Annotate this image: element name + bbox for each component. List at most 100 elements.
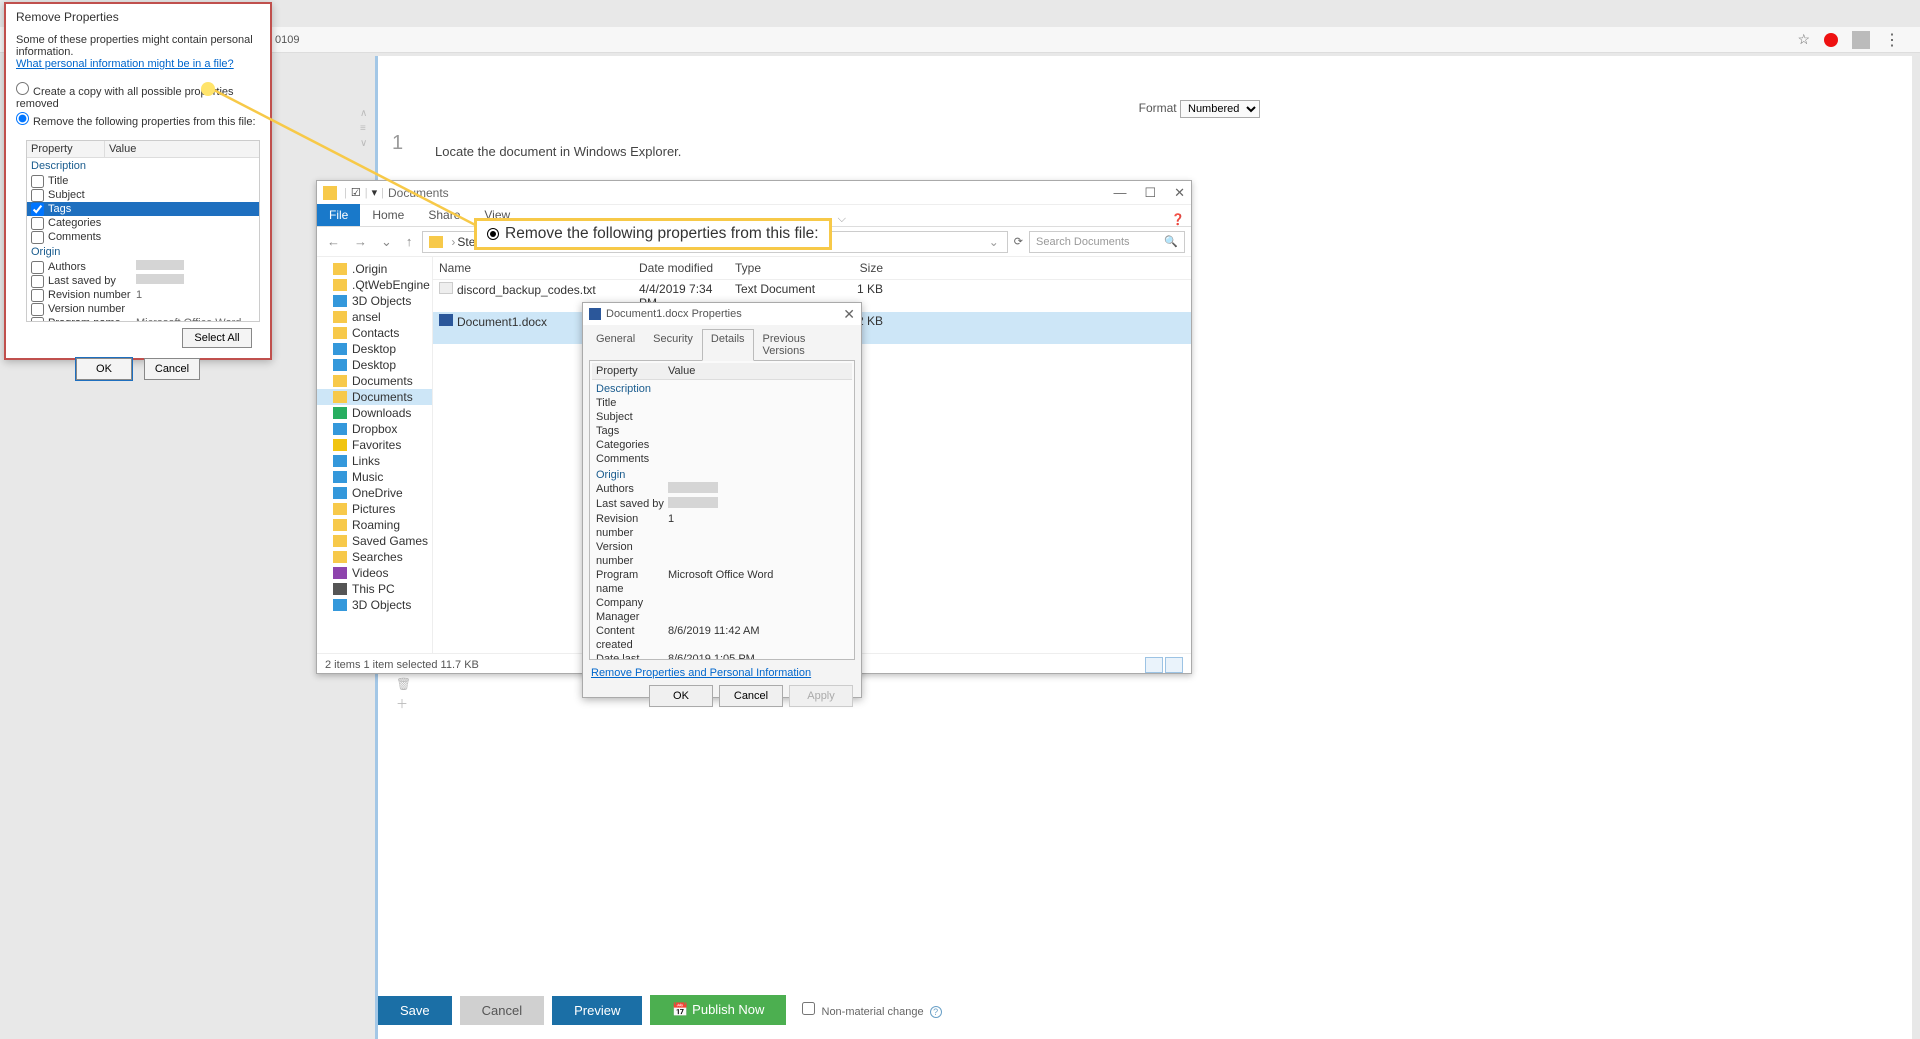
tree-item[interactable]: Searches bbox=[317, 549, 432, 565]
properties-tab[interactable]: Security bbox=[644, 329, 702, 361]
remove-property-row[interactable]: Last saved by bbox=[27, 274, 259, 288]
personal-info-link[interactable]: What personal information might be in a … bbox=[16, 58, 234, 70]
properties-tab[interactable]: Previous Versions bbox=[754, 329, 857, 361]
save-button[interactable]: Save bbox=[378, 996, 452, 1025]
preview-button[interactable]: Preview bbox=[552, 996, 642, 1025]
search-input[interactable]: Search Documents 🔍 bbox=[1029, 231, 1185, 253]
property-row[interactable]: Authors bbox=[592, 482, 852, 497]
format-select[interactable]: Numbered bbox=[1180, 100, 1260, 118]
tree-item[interactable]: Downloads bbox=[317, 405, 432, 421]
properties-grid[interactable]: PropertyValueDescriptionTitleSubjectTags… bbox=[589, 360, 855, 660]
tree-item[interactable]: Desktop bbox=[317, 341, 432, 357]
tree-item[interactable]: Desktop bbox=[317, 357, 432, 373]
ribbon-tab-home[interactable]: Home bbox=[360, 204, 416, 226]
option-create-copy[interactable]: Create a copy with all possible properti… bbox=[16, 82, 260, 110]
property-row[interactable]: Categories bbox=[592, 438, 852, 452]
ribbon-tab-share[interactable]: Share bbox=[416, 204, 472, 226]
remove-property-row[interactable]: Subject bbox=[27, 188, 259, 202]
browser-menu-icon[interactable] bbox=[1884, 30, 1900, 50]
property-row[interactable]: Title bbox=[592, 396, 852, 410]
bookmark-star-icon[interactable] bbox=[1797, 31, 1810, 48]
back-icon[interactable]: ← bbox=[323, 234, 344, 249]
property-row[interactable]: Revision number1 bbox=[592, 512, 852, 540]
help-icon[interactable]: ? bbox=[930, 1006, 942, 1018]
trash-icon[interactable]: 🗑 bbox=[396, 677, 411, 691]
publish-button[interactable]: Publish Now bbox=[650, 995, 786, 1025]
remove-property-row[interactable]: Tags bbox=[27, 202, 259, 216]
qat-dropdown-icon[interactable]: ▾ bbox=[372, 186, 378, 199]
remove-property-row[interactable]: Authors bbox=[27, 260, 259, 274]
add-step-icon[interactable]: ＋ bbox=[396, 695, 411, 712]
step-up-icon[interactable]: ∧ bbox=[360, 108, 367, 119]
property-row[interactable]: Program nameMicrosoft Office Word bbox=[592, 568, 852, 596]
remove-property-row[interactable]: Revision number1 bbox=[27, 288, 259, 302]
property-checkbox[interactable] bbox=[31, 203, 44, 216]
remove-property-row[interactable]: Categories bbox=[27, 216, 259, 230]
avatar[interactable] bbox=[1852, 31, 1870, 49]
view-large-icon[interactable] bbox=[1165, 657, 1183, 673]
cancel-button[interactable]: Cancel bbox=[144, 358, 200, 380]
close-icon[interactable]: ✕ bbox=[1174, 185, 1185, 201]
non-material-change-checkbox[interactable] bbox=[802, 1002, 815, 1015]
tree-item[interactable]: 3D Objects bbox=[317, 293, 432, 309]
ok-button[interactable]: OK bbox=[76, 358, 132, 380]
property-row[interactable]: Date last saved8/6/2019 1:05 PM bbox=[592, 652, 852, 660]
property-checkbox[interactable] bbox=[31, 303, 44, 316]
property-row[interactable]: Last saved by bbox=[592, 497, 852, 512]
cancel-button[interactable]: Cancel bbox=[460, 996, 544, 1025]
step-down-icon[interactable]: ∨ bbox=[360, 138, 367, 149]
remove-property-row[interactable]: Comments bbox=[27, 230, 259, 244]
property-checkbox[interactable] bbox=[31, 289, 44, 302]
tree-item[interactable]: Contacts bbox=[317, 325, 432, 341]
properties-tab[interactable]: General bbox=[587, 329, 644, 361]
tree-item[interactable]: Pictures bbox=[317, 501, 432, 517]
tree-item[interactable]: Videos bbox=[317, 565, 432, 581]
tree-item[interactable]: 3D Objects bbox=[317, 597, 432, 613]
tree-item[interactable]: Dropbox bbox=[317, 421, 432, 437]
tree-item[interactable]: Documents bbox=[317, 389, 432, 405]
property-row[interactable]: Company bbox=[592, 596, 852, 610]
tree-item[interactable]: .QtWebEngine bbox=[317, 277, 432, 293]
tree-item[interactable]: Links bbox=[317, 453, 432, 469]
qat-save-icon[interactable]: ☑ bbox=[351, 186, 361, 199]
refresh-icon[interactable]: ⟳ bbox=[1014, 235, 1023, 248]
step-handle-icon[interactable]: ≡ bbox=[360, 123, 367, 134]
forward-icon[interactable]: → bbox=[350, 234, 371, 249]
recent-locations-icon[interactable]: ⌄ bbox=[377, 234, 396, 250]
up-icon[interactable]: ↑ bbox=[402, 234, 417, 249]
minimize-icon[interactable]: — bbox=[1113, 185, 1126, 201]
property-row[interactable]: Content created8/6/2019 11:42 AM bbox=[592, 624, 852, 652]
tree-item[interactable]: This PC bbox=[317, 581, 432, 597]
property-row[interactable]: Comments bbox=[592, 452, 852, 466]
remove-property-row[interactable]: Version number bbox=[27, 302, 259, 316]
tree-item[interactable]: ansel bbox=[317, 309, 432, 325]
tree-item[interactable]: Favorites bbox=[317, 437, 432, 453]
property-checkbox[interactable] bbox=[31, 275, 44, 288]
tree-item[interactable]: Documents bbox=[317, 373, 432, 389]
property-row[interactable]: Tags bbox=[592, 424, 852, 438]
view-details-icon[interactable] bbox=[1145, 657, 1163, 673]
property-row[interactable]: Version number bbox=[592, 540, 852, 568]
properties-tab[interactable]: Details bbox=[702, 329, 754, 361]
maximize-icon[interactable]: ☐ bbox=[1144, 185, 1156, 201]
option-remove-from-file[interactable]: Remove the following properties from thi… bbox=[16, 112, 260, 128]
cancel-button[interactable]: Cancel bbox=[719, 685, 783, 707]
tree-item[interactable]: Music bbox=[317, 469, 432, 485]
tree-item[interactable]: Roaming bbox=[317, 517, 432, 533]
property-checkbox[interactable] bbox=[31, 217, 44, 230]
property-row[interactable]: Manager bbox=[592, 610, 852, 624]
ribbon-collapse-icon[interactable]: ⌵ bbox=[838, 213, 852, 226]
tree-item[interactable]: OneDrive bbox=[317, 485, 432, 501]
ribbon-tab-file[interactable]: File bbox=[317, 204, 360, 226]
property-checkbox[interactable] bbox=[31, 175, 44, 188]
property-row[interactable]: Subject bbox=[592, 410, 852, 424]
remove-properties-grid[interactable]: Property Value DescriptionTitleSubjectTa… bbox=[26, 140, 260, 322]
non-material-change-label[interactable]: Non-material change ? bbox=[802, 1002, 941, 1018]
tree-item[interactable]: Saved Games bbox=[317, 533, 432, 549]
ok-button[interactable]: OK bbox=[649, 685, 713, 707]
opera-icon[interactable] bbox=[1824, 33, 1838, 47]
property-checkbox[interactable] bbox=[31, 231, 44, 244]
remove-properties-link[interactable]: Remove Properties and Personal Informati… bbox=[591, 667, 811, 679]
property-checkbox[interactable] bbox=[31, 261, 44, 274]
remove-property-row[interactable]: Title bbox=[27, 174, 259, 188]
